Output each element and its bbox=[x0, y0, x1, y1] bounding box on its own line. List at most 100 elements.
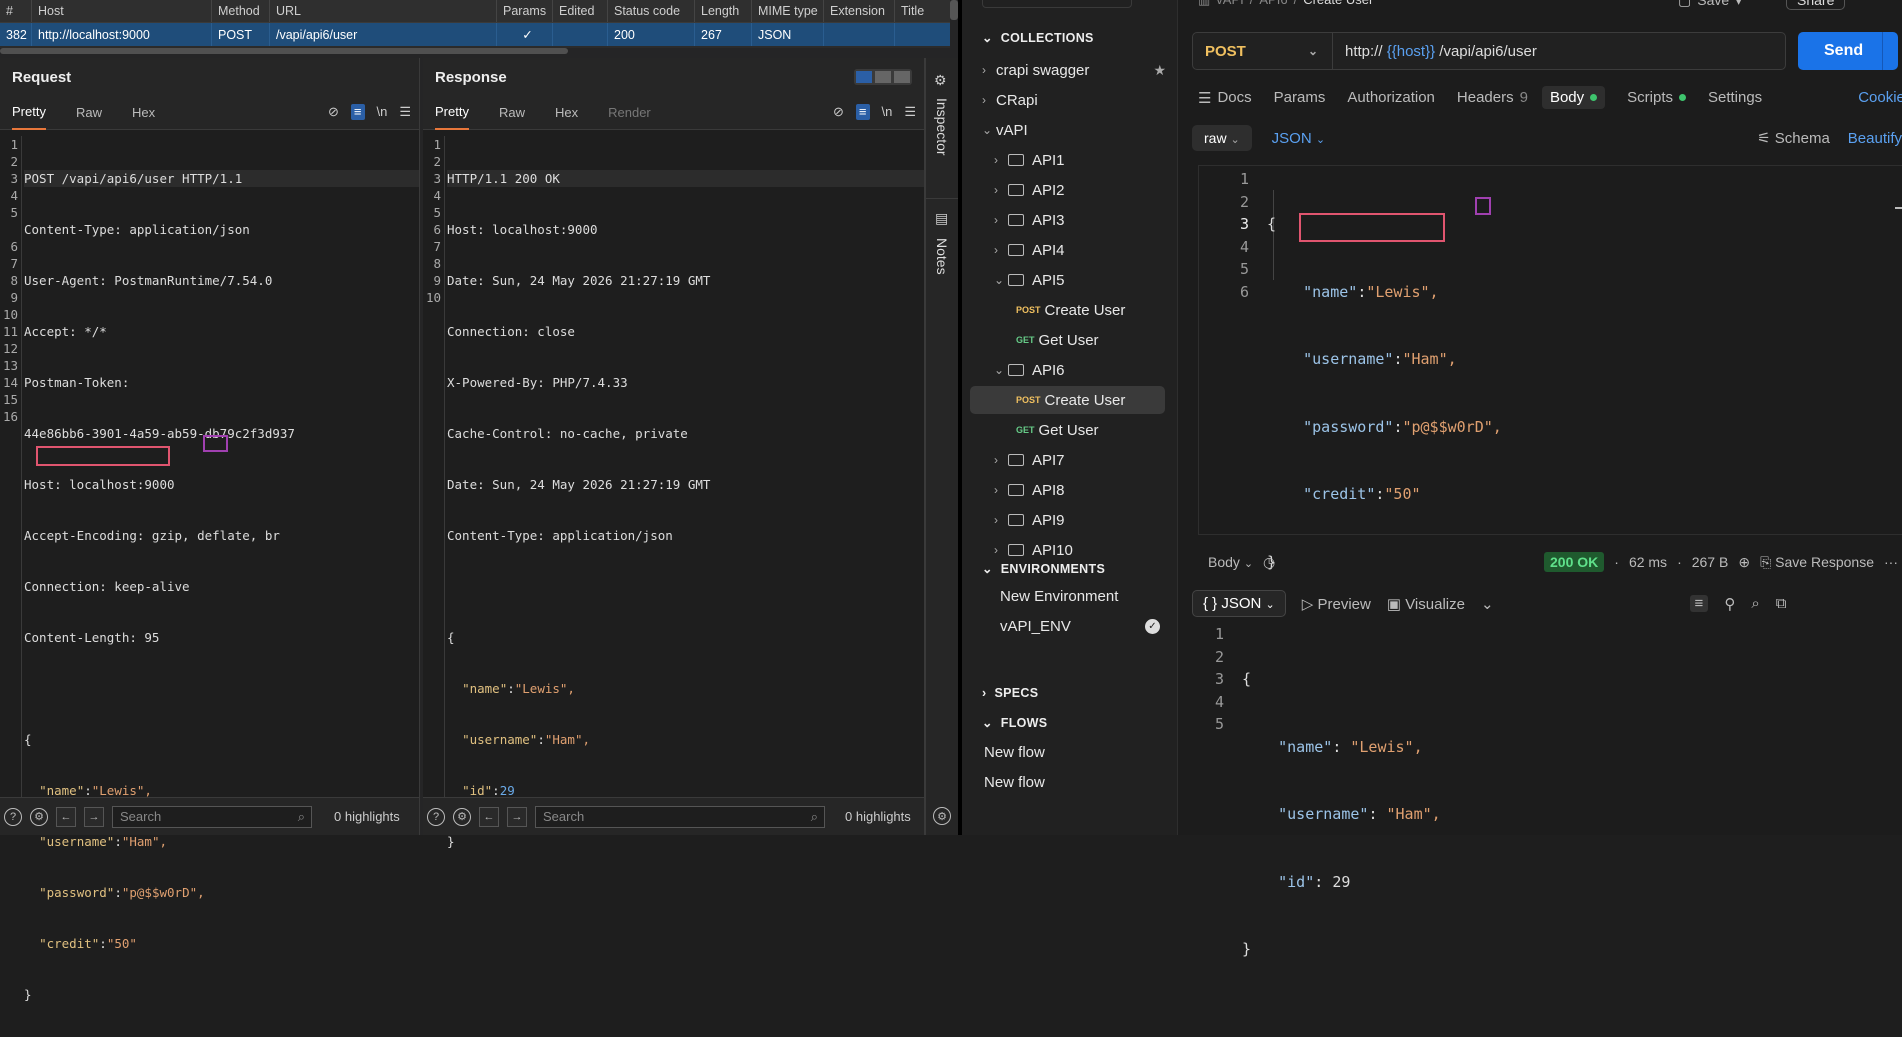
tab-params[interactable]: Params bbox=[1274, 89, 1326, 106]
filter-icon[interactable]: ⚲ bbox=[1724, 595, 1735, 613]
tab-hex[interactable]: Hex bbox=[555, 96, 578, 130]
inspector-tab[interactable]: Inspector bbox=[934, 98, 950, 156]
col-length[interactable]: Length bbox=[695, 0, 752, 22]
chevron-down-icon[interactable]: ▾ bbox=[1735, 0, 1742, 9]
chevron-icon[interactable]: › bbox=[994, 513, 1008, 527]
prev-arrow-icon[interactable]: ← bbox=[56, 806, 76, 827]
url-input[interactable]: http:// {{host}} /vapi/api6/user bbox=[1333, 43, 1537, 60]
prev-arrow-icon[interactable]: ← bbox=[479, 806, 499, 827]
wrap-lines-icon[interactable]: ≡ bbox=[855, 104, 870, 120]
col-extension[interactable]: Extension bbox=[824, 0, 895, 22]
chevron-icon[interactable]: › bbox=[994, 453, 1008, 467]
request-create-user[interactable]: POST Create User bbox=[970, 386, 1165, 414]
status-badge[interactable]: 200 OK bbox=[1544, 552, 1605, 572]
response-size[interactable]: 267 B bbox=[1692, 554, 1729, 570]
chevron-icon[interactable]: › bbox=[994, 213, 1008, 227]
history-row-selected[interactable]: 382 http://localhost:9000 POST /vapi/api… bbox=[0, 23, 950, 46]
flow-item[interactable]: New flow bbox=[962, 738, 1178, 766]
request-get-user[interactable]: GET Get User bbox=[962, 326, 1178, 354]
folder-api3[interactable]: › API3 bbox=[962, 206, 1178, 234]
tab-docs[interactable]: ☰ Docs bbox=[1198, 89, 1252, 107]
wrap-lines-icon[interactable]: ≡ bbox=[350, 104, 365, 120]
tab-hex[interactable]: Hex bbox=[132, 96, 155, 130]
next-arrow-icon[interactable]: → bbox=[84, 806, 104, 827]
response-time[interactable]: 62 ms bbox=[1629, 554, 1667, 570]
folder-api4[interactable]: › API4 bbox=[962, 236, 1178, 264]
hide-nonprintable-icon[interactable]: ⊘ bbox=[833, 104, 844, 120]
response-format-select[interactable]: { } JSON ⌄ bbox=[1192, 590, 1286, 617]
env-new-environment[interactable]: New Environment bbox=[962, 582, 1178, 610]
col-id[interactable]: # bbox=[0, 0, 32, 22]
folder-api2[interactable]: › API2 bbox=[962, 176, 1178, 204]
tab-raw[interactable]: Raw bbox=[499, 96, 525, 130]
settings-gear-icon[interactable]: ⚙ bbox=[30, 807, 48, 826]
layout-split-icon[interactable] bbox=[856, 71, 872, 83]
history-icon[interactable]: ◷ bbox=[1263, 554, 1275, 571]
chevron-icon[interactable]: › bbox=[994, 243, 1008, 257]
favorite-star-icon[interactable]: ★ bbox=[1153, 62, 1166, 79]
beautify-button[interactable]: Beautify bbox=[1848, 130, 1902, 147]
history-vertical-scrollbar[interactable] bbox=[950, 0, 958, 20]
col-method[interactable]: Method bbox=[212, 0, 270, 22]
globe-icon[interactable]: ⊕ bbox=[1738, 554, 1750, 571]
newline-toggle[interactable]: \n bbox=[882, 104, 893, 120]
collections-header[interactable]: ⌄ COLLECTIONS bbox=[982, 30, 1094, 46]
save-button[interactable]: ▢ Save ▾ bbox=[1678, 0, 1742, 9]
folder-api9[interactable]: › API9 bbox=[962, 506, 1178, 534]
chevron-icon[interactable]: › bbox=[994, 183, 1008, 197]
menu-icon[interactable]: ☰ bbox=[399, 104, 411, 120]
collection-crapi-swagger[interactable]: › crapi swagger ★ bbox=[962, 56, 1178, 84]
chevron-icon[interactable]: › bbox=[982, 93, 996, 107]
tab-scripts[interactable]: Scripts bbox=[1627, 89, 1686, 106]
request-create-user[interactable]: POST Create User bbox=[962, 296, 1178, 324]
preview-button[interactable]: ▷ Preview bbox=[1302, 595, 1371, 613]
folder-api1[interactable]: › API1 bbox=[962, 146, 1178, 174]
newline-toggle[interactable]: \n bbox=[377, 104, 388, 120]
folder-api6[interactable]: ⌄ API6 bbox=[962, 356, 1178, 384]
cookies-link[interactable]: Cookies bbox=[1858, 89, 1902, 106]
col-title[interactable]: Title bbox=[895, 0, 950, 22]
visualize-button[interactable]: ▣ Visualize bbox=[1387, 595, 1465, 613]
response-editor[interactable]: 1 2 3 4 5 6 7 8 9 10 HTTP/1.1 200 OK Host: localh… bbox=[423, 136, 924, 849]
chevron-icon[interactable]: › bbox=[994, 483, 1008, 497]
more-options-icon[interactable]: ··· bbox=[1884, 554, 1898, 570]
tab-body[interactable]: Body bbox=[1541, 86, 1606, 109]
breadcrumb-folder[interactable]: API6 bbox=[1259, 0, 1287, 8]
copy-icon[interactable]: ⧉ bbox=[1776, 595, 1787, 612]
tab-headers[interactable]: Headers 9 bbox=[1457, 89, 1528, 106]
tab-settings[interactable]: Settings bbox=[1708, 89, 1762, 106]
chevron-icon[interactable]: ⌄ bbox=[982, 123, 996, 137]
tab-pretty[interactable]: Pretty bbox=[435, 96, 469, 130]
col-edited[interactable]: Edited bbox=[553, 0, 608, 22]
wrap-icon[interactable]: ≡ bbox=[1689, 595, 1709, 612]
specs-header[interactable]: › SPECS bbox=[982, 686, 1038, 700]
chevron-icon[interactable]: › bbox=[994, 543, 1008, 557]
tab-authorization[interactable]: Authorization bbox=[1347, 89, 1435, 106]
folder-api7[interactable]: › API7 bbox=[962, 446, 1178, 474]
environments-header[interactable]: ⌄ ENVIRONMENTS bbox=[982, 561, 1105, 577]
folder-api8[interactable]: › API8 bbox=[962, 476, 1178, 504]
notes-tab[interactable]: Notes bbox=[934, 238, 950, 275]
body-type-select[interactable]: JSON ⌄ bbox=[1272, 130, 1325, 147]
chevron-icon[interactable]: › bbox=[994, 153, 1008, 167]
tab-pretty[interactable]: Pretty bbox=[12, 96, 46, 130]
send-options-chevron[interactable] bbox=[1882, 32, 1898, 70]
layout-horizontal-icon[interactable] bbox=[875, 71, 891, 83]
schema-button[interactable]: ⚟ Schema bbox=[1757, 129, 1830, 147]
save-response-button[interactable]: ⎘ Save Response bbox=[1760, 554, 1874, 571]
help-icon[interactable]: ? bbox=[427, 807, 445, 826]
response-body-select[interactable]: Body ⌄ bbox=[1208, 554, 1253, 570]
share-button[interactable]: Share bbox=[1786, 0, 1846, 10]
flow-item[interactable]: New flow bbox=[962, 768, 1178, 796]
folder-api5[interactable]: ⌄ API5 bbox=[962, 266, 1178, 294]
settings-gear-icon[interactable]: ⚙ bbox=[453, 807, 471, 826]
send-button[interactable]: Send bbox=[1798, 32, 1898, 70]
request-editor[interactable]: 12345 6 7 8 9 10 11 12 13 14 15 16 POST /vapi/api6… bbox=[0, 136, 419, 1002]
chevron-icon[interactable]: ⌄ bbox=[994, 273, 1008, 287]
col-status[interactable]: Status code bbox=[608, 0, 695, 22]
chevron-icon[interactable]: ⌄ bbox=[994, 363, 1008, 377]
hide-nonprintable-icon[interactable]: ⊘ bbox=[328, 104, 339, 120]
col-params[interactable]: Params bbox=[497, 0, 553, 22]
settings-gear-icon[interactable]: ⚙ bbox=[933, 807, 951, 825]
collection-vapi[interactable]: ⌄ vAPI bbox=[962, 116, 1178, 144]
